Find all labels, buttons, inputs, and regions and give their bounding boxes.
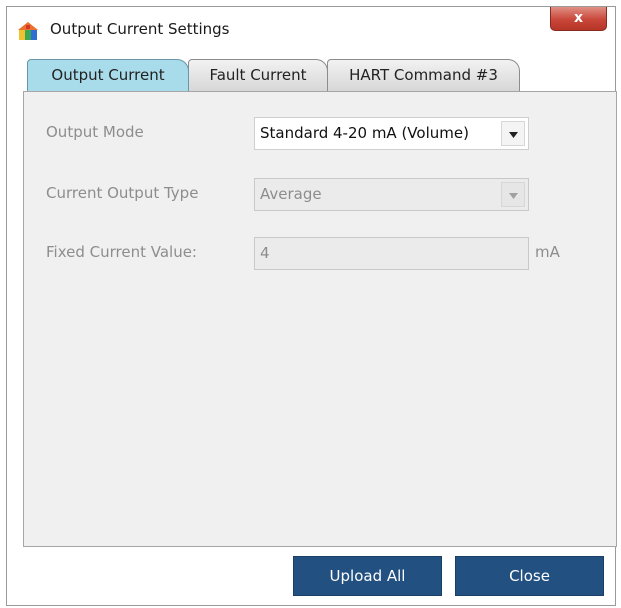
upload-all-button[interactable]: Upload All	[293, 556, 442, 596]
fixed-current-value-input[interactable]: 4	[254, 237, 529, 270]
fixed-current-unit: mA	[535, 243, 560, 261]
close-button[interactable]: Close	[455, 556, 604, 596]
tab-output-current[interactable]: Output Current	[27, 59, 189, 91]
current-output-type-dropdown-button[interactable]	[501, 182, 525, 207]
title-bar: Output Current Settings x	[7, 7, 615, 49]
window-close-button[interactable]: x	[550, 7, 607, 31]
output-mode-dropdown[interactable]: Standard 4-20 mA (Volume)	[254, 117, 529, 150]
tab-strip: Output Current Fault Current HART Comman…	[27, 59, 587, 93]
fixed-current-value-label: Fixed Current Value:	[46, 243, 197, 261]
current-output-type-label: Current Output Type	[46, 184, 199, 202]
triangle-down-icon	[509, 132, 518, 138]
current-output-type-value: Average	[260, 185, 322, 203]
tab-hart-command-3[interactable]: HART Command #3	[327, 59, 520, 91]
output-mode-label: Output Mode	[46, 123, 144, 141]
triangle-down-icon	[509, 193, 518, 199]
output-mode-dropdown-button[interactable]	[501, 121, 525, 146]
current-output-type-dropdown[interactable]: Average	[254, 178, 529, 211]
output-current-settings-window: Output Current Settings x Output Current…	[6, 6, 617, 606]
output-mode-value: Standard 4-20 mA (Volume)	[260, 124, 469, 142]
window-title: Output Current Settings	[50, 20, 230, 38]
app-house-icon	[18, 22, 38, 40]
tab-content-panel: Output Mode Standard 4-20 mA (Volume) Cu…	[23, 91, 617, 547]
tab-fault-current[interactable]: Fault Current	[188, 59, 328, 91]
